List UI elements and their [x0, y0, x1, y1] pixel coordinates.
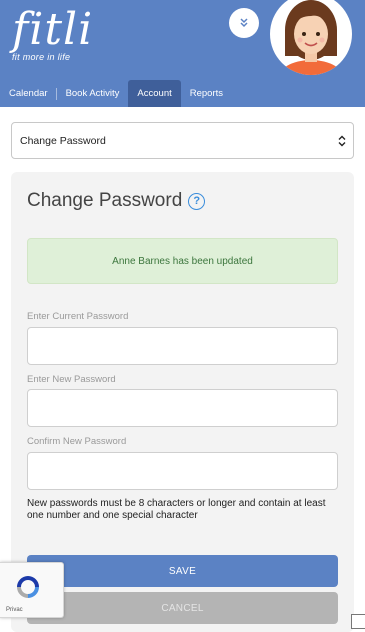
logo-text: fitli [12, 4, 94, 55]
user-avatar[interactable] [268, 0, 354, 76]
cancel-button-label: CANCEL [161, 602, 204, 614]
page-title: Change Password ? [27, 190, 206, 212]
tab-label: Book Activity [65, 88, 120, 99]
fitli-logo[interactable]: fitli fit more in life [12, 4, 94, 63]
confirm-password-label: Confirm New Password [27, 436, 127, 447]
new-password-input[interactable] [27, 389, 338, 427]
question-circle-icon[interactable]: ? [188, 192, 206, 210]
main-nav: Calendar Book Activity Account Reports [0, 80, 365, 107]
success-alert-text: Anne Barnes has been updated [112, 255, 253, 267]
expand-menu-button[interactable] [229, 8, 259, 38]
recaptcha-privacy-text[interactable]: Privac [6, 607, 23, 613]
save-button-label: SAVE [168, 565, 197, 577]
select-arrows-icon [338, 135, 346, 147]
recaptcha-badge[interactable]: Privac [0, 562, 64, 618]
tab-label: Calendar [9, 88, 48, 99]
confirm-password-input[interactable] [27, 452, 338, 490]
account-section-select[interactable]: Change Password [11, 122, 354, 159]
cancel-button[interactable]: CANCEL [27, 592, 338, 624]
password-requirements-text: New passwords must be 8 characters or lo… [27, 498, 326, 521]
tab-calendar[interactable]: Calendar [0, 80, 57, 107]
tab-label: Account [137, 88, 172, 99]
recaptcha-icon [17, 576, 39, 598]
tab-label: Reports [189, 88, 224, 99]
corner-widget [351, 614, 365, 629]
current-password-label: Enter Current Password [27, 311, 129, 322]
new-password-label: Enter New Password [27, 374, 116, 385]
tab-book-activity[interactable]: Book Activity [57, 80, 129, 107]
chevrons-down-icon [240, 18, 248, 28]
app-header: fitli fit more in life Calendar Book Act… [0, 0, 365, 107]
current-password-input[interactable] [27, 327, 338, 365]
save-button[interactable]: SAVE [27, 555, 338, 587]
tab-reports[interactable]: Reports [181, 80, 232, 107]
tab-account[interactable]: Account [128, 80, 181, 107]
success-alert: Anne Barnes has been updated [27, 238, 338, 284]
page-title-text: Change Password [27, 190, 183, 211]
select-value: Change Password [20, 134, 106, 147]
